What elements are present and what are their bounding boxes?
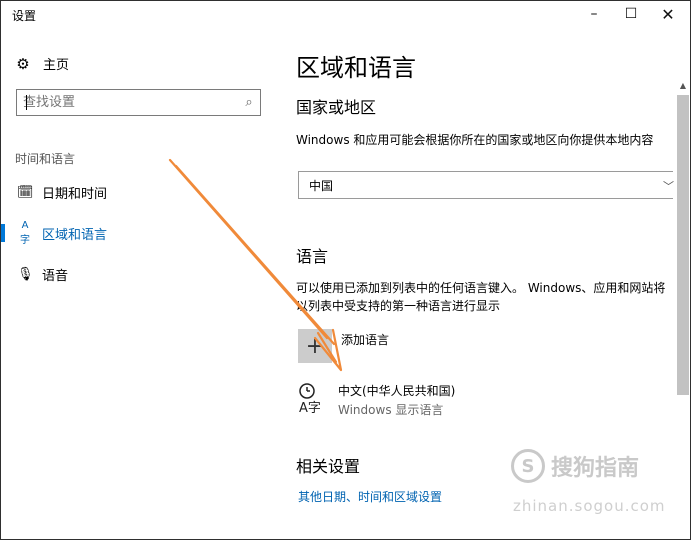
language-heading: 语言: [296, 247, 329, 266]
country-dropdown[interactable]: 中国 ﹀: [298, 171, 674, 199]
sidebar-item-label: 语音: [42, 268, 69, 284]
home-label: 主页: [43, 58, 70, 73]
language-entry[interactable]: 中文(中华人民共和国): [338, 382, 455, 399]
minimize-button[interactable]: –: [575, 1, 613, 27]
plus-icon: +: [305, 333, 325, 359]
sidebar-item-region-language[interactable]: A字 区域和语言: [1, 216, 277, 250]
language-entry-subtitle: Windows 显示语言: [338, 403, 444, 417]
gear-icon: ⚙: [16, 54, 30, 73]
region-description: Windows 和应用可能会根据你所在的国家或地区向你提供本地内容: [296, 133, 654, 147]
chevron-down-icon: ﹀: [663, 180, 674, 193]
section-label: 时间和语言: [15, 152, 76, 166]
language-description: 可以使用已添加到列表中的任何语言键入。 Windows、应用和网站将以列表中受支…: [296, 281, 666, 313]
sidebar-item-label: 日期和时间: [42, 186, 108, 202]
sidebar-item-speech[interactable]: 🎙 语音: [1, 257, 277, 291]
sidebar-item-date-time[interactable]: 🗓 日期和时间: [1, 175, 277, 209]
svg-text:A字: A字: [299, 401, 321, 414]
add-language-label[interactable]: 添加语言: [341, 331, 389, 348]
page-title: 区域和语言: [296, 54, 416, 82]
watermark-text: 搜狗指南: [551, 456, 640, 481]
related-settings-heading: 相关设置: [296, 457, 361, 476]
scrollbar-thumb[interactable]: [677, 95, 689, 395]
region-heading: 国家或地区: [296, 98, 377, 117]
country-selected-value: 中国: [309, 178, 334, 193]
sidebar-item-label: 区域和语言: [42, 227, 108, 243]
microphone-icon: 🎙: [17, 266, 34, 282]
sidebar: ⚙ 主页 ⌕ 时间和语言 🗓 日期和时间 A字 区域和语言 🎙 语音: [1, 31, 277, 539]
watermark: S 搜狗指南: [511, 449, 639, 483]
search-box[interactable]: ⌕: [16, 89, 261, 116]
language-icon: A字: [20, 220, 30, 246]
scroll-up-arrow-icon[interactable]: ▲: [677, 81, 689, 95]
settings-window: 设置 – ☐ ✕ ⚙ 主页 ⌕ 时间和语言 🗓 日期和时间 A字 区域和语言 🎙…: [0, 0, 691, 540]
additional-date-time-region-link[interactable]: 其他日期、时间和区域设置: [298, 488, 442, 505]
active-indicator: [1, 224, 5, 242]
window-title: 设置: [12, 9, 37, 23]
add-language-button[interactable]: +: [298, 329, 332, 363]
title-bar: 设置 – ☐ ✕: [1, 1, 690, 31]
home-nav-item[interactable]: ⚙ 主页: [15, 54, 70, 74]
sogou-logo-icon: S: [511, 449, 545, 483]
scrollbar[interactable]: ▲: [677, 81, 689, 539]
text-caret: [26, 95, 27, 110]
close-button[interactable]: ✕: [649, 1, 687, 27]
calendar-clock-icon: 🗓: [17, 184, 34, 200]
maximize-button[interactable]: ☐: [612, 1, 650, 27]
language-clock-icon: A字: [298, 382, 328, 416]
search-input[interactable]: [17, 94, 238, 111]
search-icon[interactable]: ⌕: [238, 95, 260, 110]
watermark-url: zhinan.sogou.com: [513, 497, 666, 515]
